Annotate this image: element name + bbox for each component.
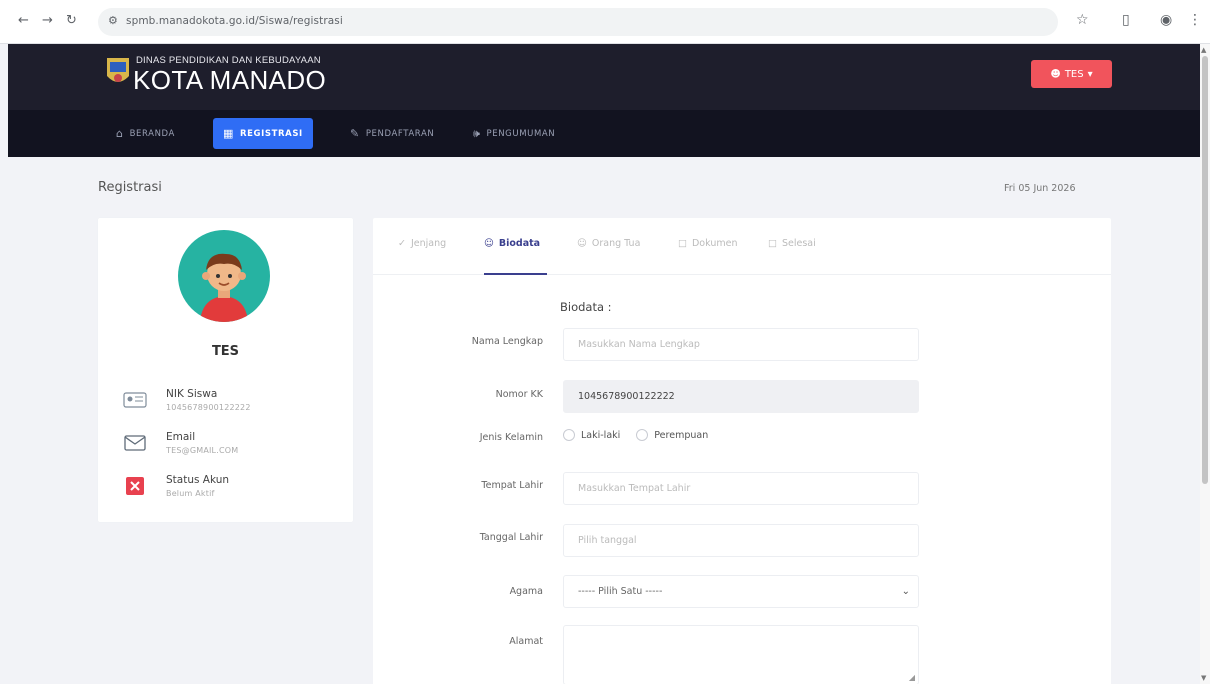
tab-biodata[interactable]: ☺ Biodata (484, 238, 540, 249)
tab-label: Jenjang (410, 238, 447, 249)
tab-jenjang[interactable]: ✓ Jenjang (398, 238, 446, 249)
browser-toolbar: ← → ↻ ⚙ spmb.manadokota.go.id/Siswa/regi… (0, 0, 1210, 44)
avatar-illustration-icon (200, 253, 248, 322)
logo-emblem-icon (107, 58, 129, 82)
nomor-kk-label: Nomor KK (495, 389, 543, 400)
input-value: 1045678900122222 (578, 391, 675, 402)
tab-orang-tua[interactable]: ☺ Orang Tua (577, 238, 640, 249)
tanggal-lahir-label: Tanggal Lahir (479, 532, 543, 543)
envelope-icon (120, 431, 150, 455)
jenis-kelamin-label: Jenis Kelamin (479, 432, 543, 443)
nav-label: PENDAFTARAN (365, 128, 435, 139)
input-placeholder: Masukkan Nama Lengkap (578, 339, 700, 350)
home-icon: ⌂ (116, 127, 124, 140)
tanggal-lahir-input[interactable]: Pilih tanggal (563, 524, 919, 557)
site-header: DINAS PENDIDIKAN DAN KEBUDAYAAN KOTA MAN… (8, 44, 1200, 157)
tab-label: Orang Tua (591, 238, 641, 249)
step-tabs: ✓ Jenjang ☺ Biodata ☺ Orang Tua □ Dokume… (373, 218, 1111, 275)
user-icon: ☺ (484, 238, 494, 249)
agama-select[interactable]: ----- Pilih Satu ----- ⌄ (563, 575, 919, 608)
back-icon[interactable]: ← (18, 13, 29, 28)
megaphone-icon: 🕪 (473, 126, 481, 140)
input-placeholder: Masukkan Tempat Lahir (578, 483, 691, 494)
scroll-thumb[interactable] (1202, 56, 1208, 484)
input-placeholder: Pilih tanggal (578, 535, 637, 546)
info-label: NIK Siswa (166, 388, 218, 400)
alamat-textarea[interactable]: ◢ (563, 625, 919, 684)
chevron-down-icon: ⌄ (901, 586, 910, 597)
nav-item-beranda[interactable]: ⌂ BERANDA (106, 118, 185, 149)
profile-name: TES (211, 344, 240, 359)
info-label: Status Akun (166, 474, 230, 486)
agama-label: Agama (509, 586, 543, 597)
tempat-lahir-label: Tempat Lahir (481, 480, 543, 491)
logo-title: KOTA MANADO (133, 65, 327, 95)
check-icon: ✓ (398, 238, 406, 249)
radio-label: Perempuan (654, 429, 709, 441)
radio-laki-laki[interactable] (563, 429, 575, 441)
file-icon: □ (678, 238, 687, 249)
kebab-icon[interactable]: ⋮ (1188, 12, 1202, 28)
puzzle-icon[interactable]: ▯ (1122, 12, 1130, 28)
tab-dokumen[interactable]: □ Dokumen (678, 238, 737, 249)
select-value: ----- Pilih Satu ----- (578, 586, 663, 597)
nav-label: REGISTRASI (240, 128, 303, 139)
scroll-down-icon[interactable]: ▼ (1201, 674, 1206, 682)
site-settings-icon[interactable]: ⚙ (108, 14, 118, 27)
user-menu-button[interactable]: ☻ TES ▾ (1031, 60, 1112, 88)
nav-item-registrasi[interactable]: ▦ REGISTRASI (213, 118, 313, 149)
resize-grip-icon[interactable]: ◢ (909, 673, 915, 682)
active-tab-indicator (484, 273, 547, 275)
info-value: Belum Aktif (166, 489, 215, 498)
registration-form-card: ✓ Jenjang ☺ Biodata ☺ Orang Tua □ Dokume… (373, 218, 1111, 684)
reload-icon[interactable]: ↻ (66, 13, 77, 28)
nomor-kk-input[interactable]: 1045678900122222 (563, 380, 919, 413)
nav-label: PENGUMUMAN (486, 128, 556, 139)
edit-icon: ✎ (350, 127, 360, 140)
id-card-icon (120, 388, 150, 412)
profile-icon[interactable]: ◉ (1160, 12, 1172, 28)
calendar-icon: ▦ (223, 127, 234, 140)
tab-label: Biodata (498, 238, 541, 249)
radio-label: Laki-laki (581, 429, 621, 441)
user-button-label: TES (1064, 68, 1084, 80)
info-value: 1045678900122222 (166, 403, 251, 412)
tab-label: Dokumen (691, 238, 738, 249)
user-icon: ☻ (1050, 68, 1061, 80)
scroll-up-icon[interactable]: ▲ (1201, 46, 1206, 54)
nama-lengkap-input[interactable]: Masukkan Nama Lengkap (563, 328, 919, 361)
info-value: TES@GMAIL.COM (166, 446, 239, 455)
nama-lengkap-label: Nama Lengkap (471, 336, 543, 347)
alamat-label: Alamat (509, 636, 543, 647)
page-date: Fri 05 Jun 2026 (1004, 183, 1076, 194)
x-box-icon (120, 474, 150, 498)
nav-item-pengumuman[interactable]: 🕪 PENGUMUMAN (463, 118, 565, 149)
nav-label: BERANDA (129, 128, 175, 139)
info-label: Email (166, 431, 196, 443)
jenis-kelamin-radio-group: Laki-laki Perempuan (563, 429, 708, 441)
star-icon[interactable]: ☆ (1076, 12, 1089, 28)
section-title: Biodata : (560, 300, 612, 314)
page-title: Registrasi (98, 180, 162, 195)
tab-label: Selesai (781, 238, 816, 249)
flag-icon: □ (768, 238, 777, 249)
chevron-down-icon: ▾ (1087, 68, 1093, 80)
main-navbar: ⌂ BERANDA ▦ REGISTRASI ✎ PENDAFTARAN 🕪 P… (8, 110, 1200, 157)
profile-card: TES NIK Siswa 1045678900122222 Email TES… (98, 218, 353, 522)
page-scrollbar[interactable]: ▲ ▼ (1200, 44, 1210, 684)
address-bar[interactable]: ⚙ spmb.manadokota.go.id/Siswa/registrasi (98, 8, 1058, 36)
forward-icon[interactable]: → (42, 13, 53, 28)
radio-perempuan[interactable] (636, 429, 649, 441)
tempat-lahir-input[interactable]: Masukkan Tempat Lahir (563, 472, 919, 505)
users-icon: ☺ (577, 238, 587, 249)
avatar (178, 230, 270, 322)
tab-selesai[interactable]: □ Selesai (768, 238, 816, 249)
url-text: spmb.manadokota.go.id/Siswa/registrasi (126, 15, 343, 27)
nav-item-pendaftaran[interactable]: ✎ PENDAFTARAN (340, 118, 444, 149)
